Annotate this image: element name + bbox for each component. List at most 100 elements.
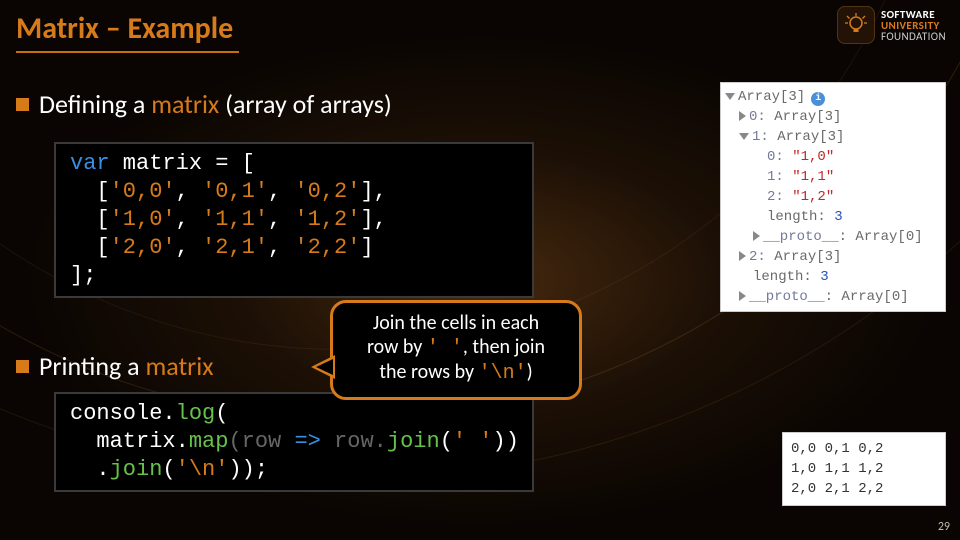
key: length: [767,209,834,225]
type: Array[3] [774,249,841,265]
key: __proto__ [749,289,825,305]
val: "1,2" [792,189,834,205]
logo-line: FOUNDATION [881,31,946,42]
str: '1,1' [202,207,268,232]
code: matrix = [ [110,151,255,176]
key: length: [753,269,820,285]
text: row by [367,335,427,359]
code: matrix. [70,429,189,454]
inspector-row[interactable]: 2: Array[3] [725,247,941,267]
logo-line: UNIVERSITY [881,20,946,31]
text: , then join [463,335,545,359]
inspector-row: length: 3 [725,207,941,227]
bullet-icon [16,98,29,111]
code: ( [162,457,175,482]
idx: 0: [749,109,774,125]
val: "1,0" [792,149,834,165]
text: the rows by [379,360,478,384]
code: , [176,235,202,260]
str: '2,2' [294,235,360,260]
output-line: 0,0 0,1 0,2 [791,439,937,459]
code: , [176,179,202,204]
str: '0,0' [110,179,176,204]
code: [ [70,179,110,204]
slide-title: Matrix – Example [16,10,239,53]
bullet-text: Defining a matrix (array of arrays) [39,88,392,120]
code: ( [440,429,453,454]
mono: '\n' [479,362,527,385]
inspector-row: length: 3 [725,267,941,287]
page-number: 29 [938,520,950,534]
code: . [70,457,110,482]
op: => [294,429,320,454]
str: '2,1' [202,235,268,260]
str: '1,0' [110,207,176,232]
inspector-row[interactable]: __proto__: Array[0] [725,227,941,247]
param: row. [321,429,387,454]
idx: 1: [752,129,777,145]
code-block-define: var matrix = [ ['0,0', '0,1', '0,2'], ['… [54,142,534,298]
logo-line: SOFTWARE [881,9,946,20]
kw: var [70,151,110,176]
bullet-icon [16,360,29,373]
inspector-row[interactable]: __proto__: Array[0] [725,287,941,307]
str: '2,0' [110,235,176,260]
inspector-row: 1: "1,1" [725,167,941,187]
inspector-row[interactable]: Array[3] i [725,87,941,107]
val: "1,1" [792,169,834,185]
type: : Array[0] [825,289,909,305]
fn: join [110,457,163,482]
bullet-text: Printing a matrix [39,350,213,382]
disclosure-right-icon[interactable] [739,251,746,261]
keyword: matrix [145,350,213,382]
type: Array[3] [774,109,841,125]
lightbulb-icon [837,6,875,44]
callout-line: row by ' ', then join [345,335,567,360]
str: ' ' [453,429,493,454]
fn: map [189,429,229,454]
code: [ [70,207,110,232]
inspector-row: 0: "1,0" [725,147,941,167]
code: ] [360,235,373,260]
disclosure-down-icon[interactable] [725,93,735,100]
text: (array of arrays) [219,88,392,120]
text: Printing a [39,350,145,382]
idx: 0: [767,149,792,165]
inspector-row[interactable]: 0: Array[3] [725,107,941,127]
code: ], [360,179,386,204]
str: '0,2' [294,179,360,204]
info-icon[interactable]: i [811,92,825,106]
text: ) [527,360,533,384]
code: ( [215,401,228,426]
output-panel: 0,0 0,1 0,2 1,0 1,1 1,2 2,0 2,1 2,2 [782,432,946,506]
type: Array[3] [777,129,844,145]
code: , [268,207,294,232]
output-line: 1,0 1,1 1,2 [791,459,937,479]
type: : Array[0] [839,229,923,245]
text: Defining a [39,88,151,120]
val: 3 [820,269,828,285]
fn: join [387,429,440,454]
mono: ' ' [427,337,463,360]
bullet-printing: Printing a matrix [16,350,213,382]
str: '1,2' [294,207,360,232]
disclosure-right-icon[interactable] [739,291,746,301]
idx: 2: [749,249,774,265]
inspector-row[interactable]: 1: Array[3] [725,127,941,147]
keyword: matrix [151,88,219,120]
inspector-row: 2: "1,2" [725,187,941,207]
code: ]; [70,263,96,288]
type: Array[3] [738,89,805,105]
fn: log [176,401,216,426]
output-line: 2,0 2,1 2,2 [791,479,937,499]
code: )) [493,429,519,454]
bullet-defining: Defining a matrix (array of arrays) [16,88,392,120]
str: '0,1' [202,179,268,204]
disclosure-right-icon[interactable] [739,111,746,121]
code: , [176,207,202,232]
code: console. [70,401,176,426]
code: ], [360,207,386,232]
disclosure-down-icon[interactable] [739,133,749,140]
speech-tail-icon [311,355,335,379]
disclosure-right-icon[interactable] [753,231,760,241]
